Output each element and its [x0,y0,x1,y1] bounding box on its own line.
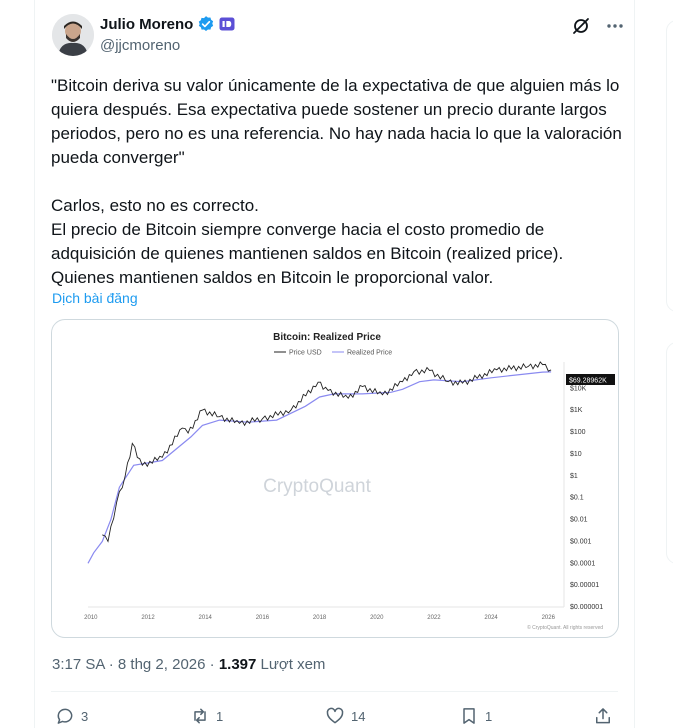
chart-title: Bitcoin: Realized Price [273,332,381,343]
share-button[interactable] [593,706,613,726]
translate-link[interactable]: Dịch bài đăng [52,290,138,306]
reply-button[interactable]: 3 [55,706,88,726]
y-tick-label: $0.01 [570,517,588,524]
chart-watermark: CryptoQuant [263,476,371,497]
current-price-label: $69.28962K [569,378,607,385]
meta-separator: · [104,656,118,673]
chart-copyright: © CryptoQuant. All rights reserved [527,624,603,631]
share-icon [596,708,610,724]
like-icon [326,707,344,724]
y-tick-label: $0.001 [570,538,592,545]
legend-price: Price USD [289,350,322,357]
author-name[interactable]: Julio Moreno [100,16,193,33]
tweet-date[interactable]: 8 thg 2, 2026 [118,656,206,673]
y-tick-label: $10K [570,385,587,392]
repost-icon [194,708,206,724]
x-tick-label: 2010 [84,615,98,621]
chart-legend: Price USD Realized Price [274,350,392,357]
meta-separator: · [205,656,219,673]
x-tick-label: 2014 [199,615,213,621]
avatar[interactable] [52,14,94,56]
repost-count: 1 [216,708,224,724]
sidebar-card [666,20,673,312]
x-tick-label: 2026 [542,615,556,621]
chart-image[interactable]: Bitcoin: Realized Price Price USD Realiz… [51,319,619,638]
x-tick-label: 2016 [256,615,270,621]
reply-count: 3 [81,708,89,724]
like-count: 14 [351,708,366,724]
tweet-meta: 3:17 SA · 8 thg 2, 2026 · 1.397 Lượt xem [52,656,325,673]
x-tick-label: 2012 [141,615,155,621]
y-tick-labels: $10K $1K $100 $10 $1 $0.1 $0.01 $0.001 $0.0001 $0… [570,385,603,611]
x-tick-label: 2024 [484,615,498,621]
author-handle[interactable]: @jjcmoreno [100,37,180,54]
x-tick-label: 2018 [313,615,327,621]
avatar-image [52,14,94,56]
affiliate-badge-icon[interactable] [219,16,235,32]
tweet-top-actions [571,16,625,36]
sidebar-card [666,342,673,564]
x-tick-label: 2022 [427,615,441,621]
legend-realized: Realized Price [347,350,392,357]
y-tick-label: $10 [570,451,582,458]
series-price-usd [102,361,552,543]
bookmark-button[interactable]: 1 [459,706,492,726]
right-sidebar-edge [660,0,673,728]
y-tick-label: $0.1 [570,495,584,502]
y-tick-label: $100 [570,429,586,436]
y-tick-label: $0.0001 [570,560,595,567]
tweet-text: "Bitcoin deriva su valor únicamente de l… [51,76,622,287]
author-row: Julio Moreno [100,15,235,33]
x-tick-labels: 2010 2012 2014 2016 2018 2020 2022 2024 2026 [84,615,555,621]
y-tick-label: $0.000001 [570,604,603,611]
bookmark-icon [463,708,475,724]
reply-icon [57,708,73,724]
grok-icon[interactable] [571,16,591,36]
views-count: 1.397 [218,656,257,673]
bookmark-count: 1 [485,708,493,724]
y-tick-label: $1K [570,407,583,414]
series-realized-price [87,371,552,564]
views-label: Lượt xem [260,656,326,673]
verified-badge-icon [197,15,215,33]
y-tick-label: $1 [570,473,578,480]
realized-price-chart: Bitcoin: Realized Price Price USD Realiz… [84,332,615,631]
repost-button[interactable]: 1 [190,706,223,726]
y-tick-label: $0.00001 [570,582,599,589]
current-price-tag: $69.28962K [566,374,615,385]
tweet-card: Julio Moreno @jjcmoreno "Bitcoin deriva … [34,0,635,728]
divider [51,691,618,692]
more-icon[interactable] [605,16,625,36]
x-tick-label: 2020 [370,615,384,621]
like-button[interactable]: 14 [325,706,365,726]
tweet-time[interactable]: 3:17 SA [52,656,105,673]
